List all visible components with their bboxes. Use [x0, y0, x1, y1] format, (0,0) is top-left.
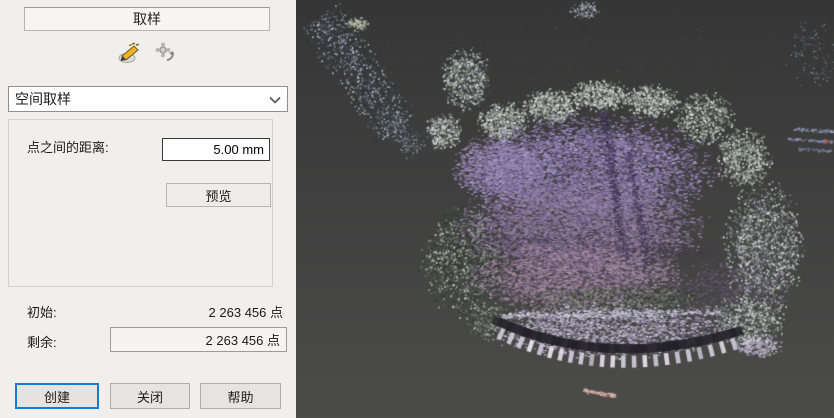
chevron-down-icon [269, 91, 281, 107]
sampling-panel: 取样 [0, 0, 296, 418]
spacing-input[interactable] [162, 138, 270, 161]
sample-brush-icon[interactable] [116, 40, 144, 66]
remaining-count-value: 2 263 456 点 [206, 330, 280, 349]
initial-count-value: 2 263 456 点 [209, 302, 283, 321]
panel-title: 取样 [24, 7, 270, 31]
remaining-count-field: 2 263 456 点 [110, 327, 287, 352]
initial-count-label: 初始: [27, 302, 57, 321]
pointcloud-canvas[interactable] [296, 0, 834, 418]
help-button[interactable]: 帮助 [200, 383, 281, 409]
remaining-count-label: 剩余: [27, 332, 57, 351]
spacing-label: 点之间的距离: [27, 137, 109, 156]
sampling-method-value: 空间取样 [15, 89, 269, 109]
sampling-toolbar [0, 40, 296, 66]
sampling-dialog-window: 取样 [0, 0, 834, 418]
close-button[interactable]: 关闭 [110, 383, 190, 409]
sampling-method-select[interactable]: 空间取样 [8, 86, 288, 112]
pointcloud-viewport[interactable] [296, 0, 834, 418]
create-button[interactable]: 创建 [15, 383, 99, 409]
recompute-icon[interactable] [152, 40, 180, 66]
preview-button[interactable]: 预览 [166, 183, 271, 207]
